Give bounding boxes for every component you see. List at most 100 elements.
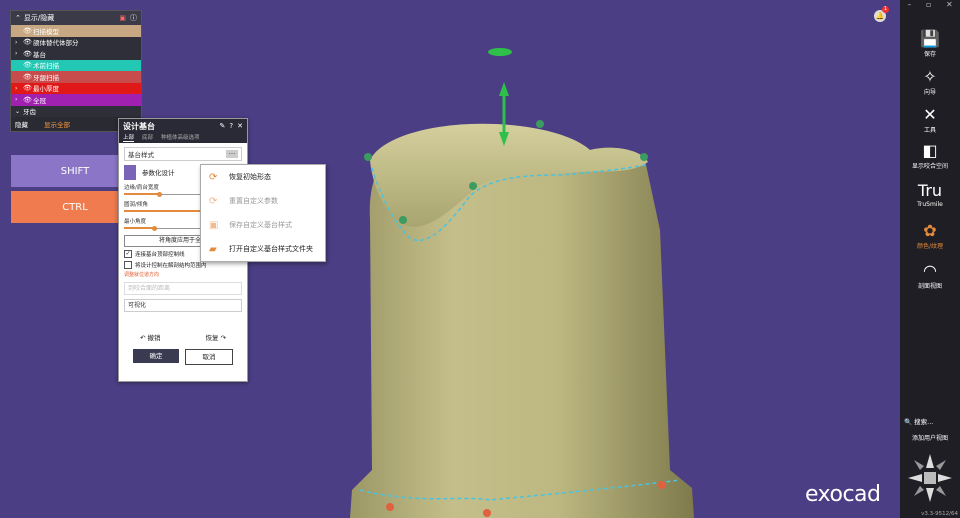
- close-window-icon[interactable]: ✕: [946, 0, 953, 16]
- ok-button[interactable]: 确定: [133, 349, 179, 363]
- eye-icon[interactable]: 👁: [23, 73, 33, 81]
- checkbox-constrain-anatomy[interactable]: 将设计控制在解剖结构范围内: [124, 261, 242, 269]
- toolbar-label: 保存: [923, 51, 936, 58]
- notification-badge: 1: [882, 6, 889, 13]
- toolbar-label: 剖面视图: [917, 283, 942, 290]
- slider-fill: [124, 227, 154, 229]
- tab-bottom[interactable]: 底部: [142, 133, 153, 141]
- cancel-button[interactable]: 取消: [185, 349, 233, 365]
- undo-button[interactable]: ↶ 撤销: [140, 332, 161, 342]
- section-teeth[interactable]: ⌄ 牙齿: [11, 106, 141, 118]
- eye-icon[interactable]: 👁: [23, 38, 33, 46]
- redo-button[interactable]: 恢复 ↷: [205, 332, 226, 342]
- hide-toggle[interactable]: 隐藏: [15, 119, 28, 129]
- display-row-label: 牙龈扫描: [33, 73, 59, 82]
- save-icon: ▣: [209, 219, 219, 231]
- window-controls: – ▫ ✕: [900, 0, 960, 16]
- eye-icon[interactable]: 👁: [23, 84, 33, 92]
- display-row[interactable]: 👁 牙龈扫描: [11, 71, 141, 83]
- toolbar-label: TruSmile: [917, 201, 943, 208]
- context-menu-item[interactable]: ⟳ 重置自定义参数: [201, 189, 325, 213]
- context-menu-item[interactable]: ▰ 打开自定义基台样式文件夹: [201, 237, 325, 261]
- display-row[interactable]: › 👁 全冠: [11, 94, 141, 106]
- distance-select[interactable]: 到咬合面的距离: [124, 282, 242, 295]
- dialog-tabs: 上部 底部 种植体高级选项: [119, 133, 247, 143]
- slider-handle[interactable]: [157, 192, 163, 197]
- chevron-right-icon[interactable]: ›: [15, 39, 23, 46]
- display-panel-title: 显示/隐藏: [23, 14, 55, 22]
- help-icon[interactable]: ⓘ: [130, 13, 137, 23]
- eye-icon[interactable]: 👁: [23, 61, 33, 69]
- toolbar-item[interactable]: ✧ 向导: [900, 67, 960, 97]
- toolbar-icon: ✧: [923, 67, 937, 86]
- context-menu-item[interactable]: ⟳ 恢复初始形态: [201, 165, 325, 189]
- visualization-select[interactable]: 可视化: [124, 299, 242, 312]
- redo-label: 恢复: [205, 334, 219, 342]
- add-user-view-button[interactable]: 添加用户视图: [900, 433, 960, 442]
- toolbar-label: 向导: [923, 89, 936, 96]
- dialog-title-bar: 设计基台 ✎ ? ✕: [119, 119, 247, 133]
- toolbar-item[interactable]: ✕ 工具: [900, 105, 960, 135]
- toolbar-icon: ◠: [923, 261, 937, 280]
- section-teeth-label: 牙齿: [23, 108, 36, 117]
- toolbar-icon: ◧: [922, 141, 938, 160]
- context-menu-item[interactable]: ▣ 保存自定义基台样式: [201, 213, 325, 237]
- toolbar-item[interactable]: ◠ 剖面视图: [900, 261, 960, 291]
- eye-icon[interactable]: 👁: [23, 96, 33, 104]
- tab-implant-advanced[interactable]: 种植体高级选项: [161, 133, 200, 141]
- toolbar-label: 颜色/纹理: [916, 243, 944, 250]
- view-navigation-cube-icon[interactable]: [906, 452, 954, 504]
- context-menu-label: 重置自定义参数: [229, 197, 278, 205]
- more-options-button[interactable]: ···: [226, 150, 238, 158]
- abutment-style-label: 基台样式: [128, 151, 154, 159]
- display-panel-header[interactable]: ⌃ 显示/隐藏 ▣ ⓘ: [11, 11, 141, 25]
- collapse-icon[interactable]: ⌃: [15, 14, 21, 22]
- warning-text[interactable]: 调整就位道方向: [124, 271, 242, 278]
- display-row[interactable]: 👁 扫描模型: [11, 25, 141, 37]
- tooth-preview-icon: [124, 164, 136, 180]
- dialog-title: 设计基台: [123, 121, 155, 131]
- checkbox-checked-icon[interactable]: ✓: [124, 250, 132, 258]
- abutment-style-row[interactable]: 基台样式 ···: [124, 147, 242, 161]
- parametric-design-label: 参数化设计: [142, 169, 175, 177]
- display-row[interactable]: › 👁 基台: [11, 48, 141, 60]
- show-all-link[interactable]: 显示全部: [44, 119, 70, 129]
- chevron-right-icon[interactable]: ›: [15, 85, 23, 92]
- context-menu-label: 打开自定义基台样式文件夹: [229, 245, 313, 253]
- tool-icon[interactable]: ✎: [220, 122, 226, 130]
- notification-icon[interactable]: 🔔 1: [874, 6, 889, 22]
- toolbar-icon: ✕: [923, 105, 937, 124]
- toolbar-item[interactable]: Tru TruSmile: [900, 182, 960, 209]
- chevron-right-icon[interactable]: ›: [15, 50, 23, 57]
- display-row-label: 全冠: [33, 96, 46, 105]
- eye-icon[interactable]: 👁: [23, 50, 33, 58]
- toolbar-label: 工具: [923, 127, 936, 134]
- context-menu-label: 保存自定义基台样式: [229, 221, 292, 229]
- close-icon[interactable]: ✕: [237, 122, 243, 130]
- tab-top[interactable]: 上部: [123, 133, 135, 142]
- display-row[interactable]: › 👁 最小厚度: [11, 82, 141, 94]
- toolbar-item[interactable]: ✿ 颜色/纹理: [900, 221, 960, 251]
- display-row[interactable]: 👁 术前扫描: [11, 59, 141, 71]
- chevron-down-icon: ⌄: [15, 107, 21, 115]
- help-icon[interactable]: ?: [229, 122, 233, 130]
- search-label: 搜索...: [914, 418, 934, 426]
- toolbar-item[interactable]: ◧ 显示咬合空间: [900, 141, 960, 171]
- slider-handle[interactable]: [151, 226, 157, 231]
- refresh-icon: ⟳: [209, 195, 218, 207]
- version-text: v3.3-9512/64: [921, 511, 958, 517]
- toolbar-icon: ✿: [923, 221, 937, 240]
- display-row-label: 颌体替代体部分: [33, 39, 79, 48]
- checkbox-unchecked-icon[interactable]: [124, 261, 132, 269]
- chevron-right-icon[interactable]: ›: [15, 96, 23, 103]
- eye-icon[interactable]: 👁: [23, 27, 33, 35]
- right-toolbar: – ▫ ✕ 💾 保存 ✧ 向导 ✕ 工具 ◧ 显示咬合空间 Tru TruSmile ✿ 颜色/纹理 ◠…: [900, 0, 960, 518]
- display-row[interactable]: › 👁 颌体替代体部分: [11, 36, 141, 48]
- display-row-label: 基台: [33, 50, 46, 59]
- toolbar-item[interactable]: 💾 保存: [900, 30, 960, 59]
- minimize-icon[interactable]: –: [907, 0, 911, 16]
- restore-icon[interactable]: ▫: [926, 0, 931, 16]
- monitor-icon[interactable]: ▣: [119, 14, 126, 22]
- search-control[interactable]: 🔍 搜索...: [904, 416, 933, 426]
- display-row-label: 术前扫描: [33, 62, 59, 71]
